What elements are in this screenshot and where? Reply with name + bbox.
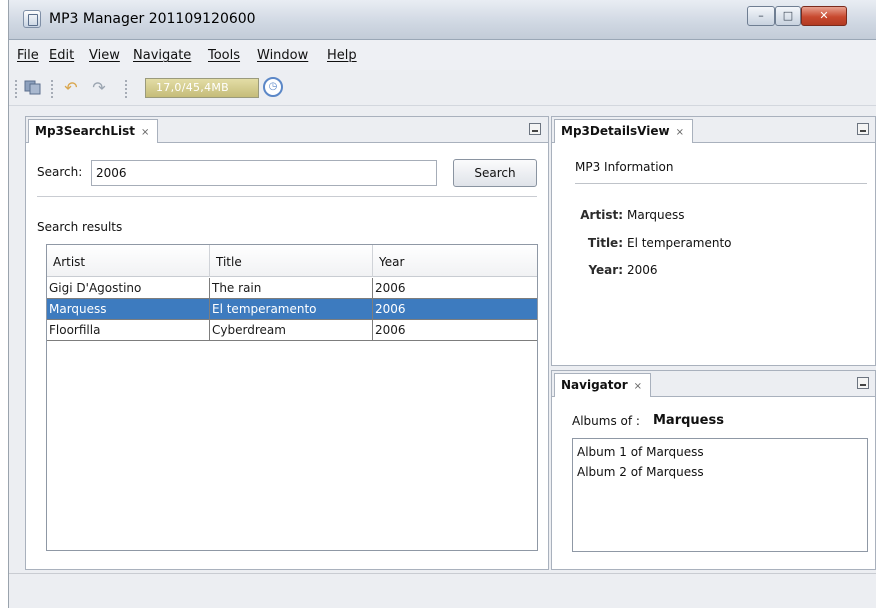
- search-tabstrip: Mp3SearchList ⨯: [26, 117, 548, 143]
- close-button[interactable]: ✕: [801, 6, 847, 26]
- tab-label: Mp3SearchList: [35, 124, 135, 138]
- app-window: MP3 Manager 201109120600 – □ ✕ File Edit…: [8, 0, 876, 608]
- details-tabstrip: Mp3DetailsView ⨯: [552, 117, 875, 143]
- navigator-tabstrip: Navigator ⨯: [552, 371, 875, 397]
- artist-key: Artist:: [580, 208, 623, 222]
- window-title: MP3 Manager 201109120600: [49, 11, 256, 27]
- menu-navigate[interactable]: Navigate: [133, 48, 191, 63]
- albums-list[interactable]: Album 1 of Marquess Album 2 of Marquess: [572, 438, 868, 552]
- table-row[interactable]: Floorfilla Cyberdream 2006: [47, 320, 537, 341]
- minimize-panel-icon[interactable]: [857, 377, 869, 389]
- table-header: Artist Title Year: [47, 245, 537, 277]
- title-value: El temperamento: [627, 236, 732, 250]
- menu-view[interactable]: View: [89, 48, 120, 63]
- menu-bar: File Edit View Navigate Tools Window Hel…: [9, 40, 876, 70]
- title-bar[interactable]: MP3 Manager 201109120600 – □ ✕: [9, 0, 876, 40]
- cell-title: El temperamento: [210, 299, 373, 319]
- menu-window[interactable]: Window: [257, 48, 308, 63]
- minimize-button[interactable]: –: [747, 6, 775, 26]
- garbage-collect-icon[interactable]: ◷: [263, 77, 283, 97]
- cell-year: 2006: [375, 302, 406, 316]
- cell-year: 2006: [375, 281, 406, 295]
- menu-file[interactable]: File: [17, 48, 39, 63]
- tab-mp3searchlist[interactable]: Mp3SearchList ⨯: [28, 119, 159, 143]
- list-item[interactable]: Album 2 of Marquess: [577, 465, 704, 479]
- year-value: 2006: [627, 263, 658, 277]
- tab-navigator[interactable]: Navigator ⨯: [554, 373, 652, 397]
- albums-artist: Marquess: [653, 413, 724, 428]
- app-icon: [23, 10, 41, 28]
- cell-artist: Marquess: [47, 299, 210, 319]
- column-header-year[interactable]: Year: [373, 245, 537, 277]
- tab-close-icon[interactable]: ⨯: [634, 381, 642, 392]
- memory-indicator[interactable]: 17,0/45,4MB: [145, 78, 259, 98]
- toolbar-separator: [51, 80, 53, 98]
- tab-label: Navigator: [561, 378, 628, 392]
- minimize-panel-icon[interactable]: [529, 123, 541, 135]
- cell-title: Cyberdream: [210, 320, 373, 340]
- details-heading: MP3 Information: [575, 160, 674, 174]
- separator: [575, 183, 867, 184]
- minimize-panel-icon[interactable]: [857, 123, 869, 135]
- tab-close-icon[interactable]: ⨯: [141, 127, 149, 138]
- search-label: Search:: [37, 165, 83, 179]
- status-bar: [9, 573, 876, 608]
- tab-label: Mp3DetailsView: [561, 124, 670, 138]
- cell-artist: Floorfilla: [47, 320, 210, 340]
- menu-edit[interactable]: Edit: [49, 48, 74, 63]
- toolbar: ↶ ↷ 17,0/45,4MB ◷: [9, 70, 876, 106]
- menu-tools[interactable]: Tools: [208, 48, 240, 63]
- list-item[interactable]: Album 1 of Marquess: [577, 445, 704, 459]
- tab-close-icon[interactable]: ⨯: [676, 127, 684, 138]
- maximize-button[interactable]: □: [775, 6, 801, 26]
- column-header-artist[interactable]: Artist: [47, 245, 210, 277]
- separator: [37, 196, 537, 197]
- title-key: Title:: [587, 236, 623, 250]
- cell-year: 2006: [375, 323, 406, 337]
- cell-artist: Gigi D'Agostino: [47, 278, 210, 298]
- save-all-icon[interactable]: [23, 78, 43, 98]
- menu-help[interactable]: Help: [327, 48, 357, 63]
- toolbar-grip[interactable]: [15, 80, 17, 98]
- results-table[interactable]: Artist Title Year Gigi D'Agostino The ra…: [46, 244, 538, 551]
- redo-icon[interactable]: ↷: [89, 78, 109, 98]
- artist-value: Marquess: [627, 208, 685, 222]
- search-button[interactable]: Search: [453, 159, 537, 187]
- table-row-selected[interactable]: Marquess El temperamento 2006: [47, 299, 537, 320]
- column-header-title[interactable]: Title: [210, 245, 373, 277]
- table-row[interactable]: Gigi D'Agostino The rain 2006: [47, 278, 537, 299]
- results-label: Search results: [37, 220, 123, 234]
- albums-label: Albums of :: [572, 414, 640, 428]
- year-key: Year:: [588, 263, 623, 277]
- undo-icon[interactable]: ↶: [61, 78, 81, 98]
- search-input[interactable]: [91, 160, 437, 186]
- toolbar-separator: [125, 80, 127, 98]
- tab-mp3detailsview[interactable]: Mp3DetailsView ⨯: [554, 119, 693, 143]
- cell-title: The rain: [210, 278, 373, 298]
